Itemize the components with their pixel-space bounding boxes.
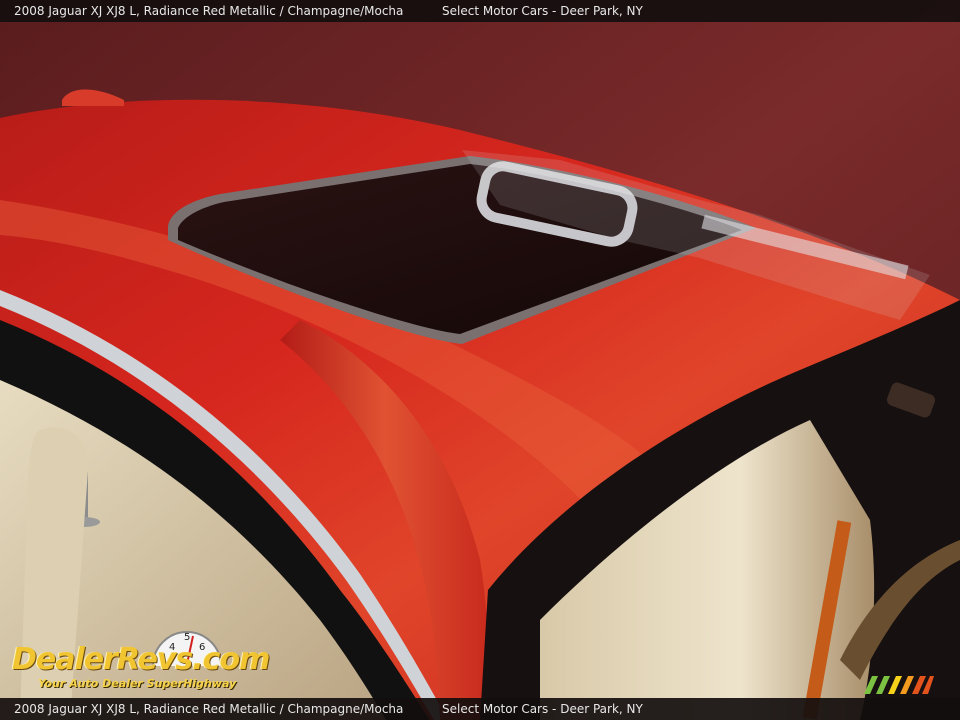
caption-bar-top: 2008 Jaguar XJ XJ8 L, Radiance Red Metal… — [0, 0, 960, 22]
dealer-caption: Select Motor Cars - Deer Park, NY — [442, 4, 643, 18]
watermark-brand: DealerRevs.com — [12, 642, 270, 677]
vehicle-caption: 2008 Jaguar XJ XJ8 L, Radiance Red Metal… — [14, 702, 404, 716]
dealerrevs-watermark: 4 5 6 DealerRevs.com Your Auto Dealer Su… — [12, 622, 272, 696]
speed-stripes-icon — [864, 676, 934, 694]
caption-bar-bottom: 2008 Jaguar XJ XJ8 L, Radiance Red Metal… — [0, 698, 960, 720]
vehicle-caption: 2008 Jaguar XJ XJ8 L, Radiance Red Metal… — [14, 4, 404, 18]
photo-scene — [0, 0, 960, 720]
watermark-tagline: Your Auto Dealer SuperHighway — [38, 677, 237, 690]
dealer-caption: Select Motor Cars - Deer Park, NY — [442, 702, 643, 716]
